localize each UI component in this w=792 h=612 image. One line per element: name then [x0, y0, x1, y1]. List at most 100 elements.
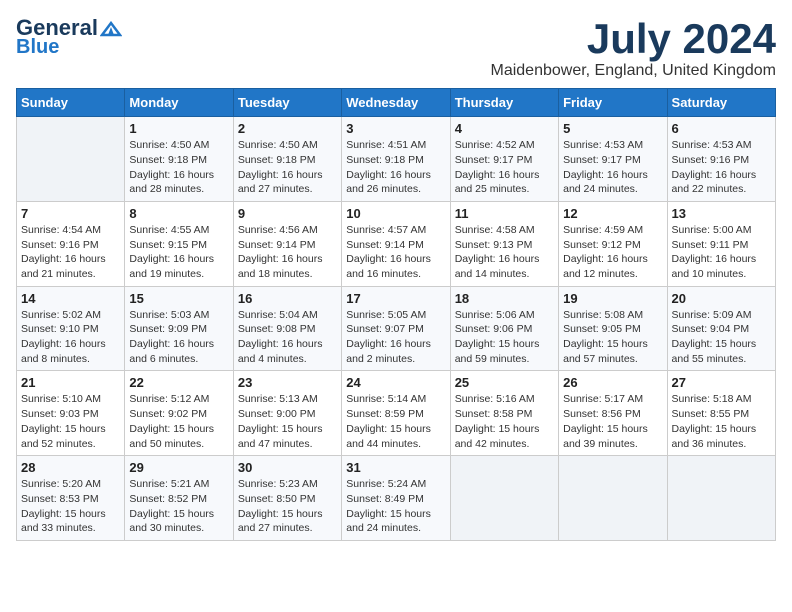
calendar-cell: 25 Sunrise: 5:16 AMSunset: 8:58 PMDayligh…	[450, 371, 558, 456]
day-number: 13	[672, 206, 771, 221]
calendar-cell: 12 Sunrise: 4:59 AMSunset: 9:12 PMDayligh…	[559, 201, 667, 286]
day-number: 16	[238, 291, 337, 306]
day-number: 11	[455, 206, 554, 221]
calendar-cell: 5 Sunrise: 4:53 AMSunset: 9:17 PMDaylight…	[559, 117, 667, 202]
day-detail: Sunrise: 4:53 AMSunset: 9:17 PMDaylight:…	[563, 138, 662, 197]
day-number: 27	[672, 375, 771, 390]
day-detail: Sunrise: 5:03 AMSunset: 9:09 PMDaylight:…	[129, 308, 228, 367]
calendar-cell: 29 Sunrise: 5:21 AMSunset: 8:52 PMDayligh…	[125, 456, 233, 541]
logo: General Blue	[16, 16, 122, 58]
week-row-4: 21 Sunrise: 5:10 AMSunset: 9:03 PMDayligh…	[17, 371, 776, 456]
day-detail: Sunrise: 5:10 AMSunset: 9:03 PMDaylight:…	[21, 392, 120, 451]
weekday-header-wednesday: Wednesday	[342, 89, 450, 117]
week-row-5: 28 Sunrise: 5:20 AMSunset: 8:53 PMDayligh…	[17, 456, 776, 541]
day-detail: Sunrise: 5:05 AMSunset: 9:07 PMDaylight:…	[346, 308, 445, 367]
calendar-cell: 16 Sunrise: 5:04 AMSunset: 9:08 PMDayligh…	[233, 286, 341, 371]
day-number: 25	[455, 375, 554, 390]
header-section: General Blue July 2024 Maidenbower, Engl…	[16, 16, 776, 80]
calendar-cell: 27 Sunrise: 5:18 AMSunset: 8:55 PMDayligh…	[667, 371, 775, 456]
day-number: 5	[563, 121, 662, 136]
day-detail: Sunrise: 5:02 AMSunset: 9:10 PMDaylight:…	[21, 308, 120, 367]
calendar-cell: 28 Sunrise: 5:20 AMSunset: 8:53 PMDayligh…	[17, 456, 125, 541]
calendar-cell: 6Sunrise: 4:53 AMSunset: 9:16 PMDaylight…	[667, 117, 775, 202]
day-detail: Sunrise: 5:09 AMSunset: 9:04 PMDaylight:…	[672, 308, 771, 367]
calendar-cell	[667, 456, 775, 541]
calendar-cell: 15 Sunrise: 5:03 AMSunset: 9:09 PMDayligh…	[125, 286, 233, 371]
calendar-cell: 8 Sunrise: 4:55 AMSunset: 9:15 PMDaylight…	[125, 201, 233, 286]
day-number: 9	[238, 206, 337, 221]
calendar-cell: 17 Sunrise: 5:05 AMSunset: 9:07 PMDayligh…	[342, 286, 450, 371]
calendar-cell: 2 Sunrise: 4:50 AMSunset: 9:18 PMDaylight…	[233, 117, 341, 202]
calendar-cell: 9 Sunrise: 4:56 AMSunset: 9:14 PMDaylight…	[233, 201, 341, 286]
day-number: 7	[21, 206, 120, 221]
calendar-cell: 22Sunrise: 5:12 AMSunset: 9:02 PMDayligh…	[125, 371, 233, 456]
day-detail: Sunrise: 4:58 AMSunset: 9:13 PMDaylight:…	[455, 223, 554, 282]
day-number: 14	[21, 291, 120, 306]
day-detail: Sunrise: 4:50 AMSunset: 9:18 PMDaylight:…	[238, 138, 337, 197]
day-number: 21	[21, 375, 120, 390]
day-detail: Sunrise: 4:52 AMSunset: 9:17 PMDaylight:…	[455, 138, 554, 197]
logo-blue: Blue	[16, 36, 59, 58]
day-number: 23	[238, 375, 337, 390]
weekday-header-friday: Friday	[559, 89, 667, 117]
day-number: 12	[563, 206, 662, 221]
day-number: 8	[129, 206, 228, 221]
week-row-2: 7 Sunrise: 4:54 AMSunset: 9:16 PMDaylight…	[17, 201, 776, 286]
calendar-cell: 24 Sunrise: 5:14 AMSunset: 8:59 PMDayligh…	[342, 371, 450, 456]
day-number: 15	[129, 291, 228, 306]
day-detail: Sunrise: 4:56 AMSunset: 9:14 PMDaylight:…	[238, 223, 337, 282]
week-row-1: 1 Sunrise: 4:50 AMSunset: 9:18 PMDaylight…	[17, 117, 776, 202]
day-detail: Sunrise: 4:54 AMSunset: 9:16 PMDaylight:…	[21, 223, 120, 282]
day-number: 10	[346, 206, 445, 221]
calendar-cell: 10 Sunrise: 4:57 AMSunset: 9:14 PMDayligh…	[342, 201, 450, 286]
day-number: 2	[238, 121, 337, 136]
location-title: Maidenbower, England, United Kingdom	[490, 62, 776, 80]
calendar-cell: 14 Sunrise: 5:02 AMSunset: 9:10 PMDayligh…	[17, 286, 125, 371]
calendar-cell: 1 Sunrise: 4:50 AMSunset: 9:18 PMDaylight…	[125, 117, 233, 202]
day-detail: Sunrise: 5:08 AMSunset: 9:05 PMDaylight:…	[563, 308, 662, 367]
calendar-cell: 20 Sunrise: 5:09 AMSunset: 9:04 PMDayligh…	[667, 286, 775, 371]
day-number: 20	[672, 291, 771, 306]
title-section: July 2024 Maidenbower, England, United K…	[490, 16, 776, 80]
weekday-header-row: SundayMondayTuesdayWednesdayThursdayFrid…	[17, 89, 776, 117]
day-detail: Sunrise: 5:14 AMSunset: 8:59 PMDaylight:…	[346, 392, 445, 451]
day-number: 31	[346, 460, 445, 475]
day-number: 22	[129, 375, 228, 390]
day-detail: Sunrise: 4:59 AMSunset: 9:12 PMDaylight:…	[563, 223, 662, 282]
day-detail: Sunrise: 4:55 AMSunset: 9:15 PMDaylight:…	[129, 223, 228, 282]
day-detail: Sunrise: 5:04 AMSunset: 9:08 PMDaylight:…	[238, 308, 337, 367]
day-number: 29	[129, 460, 228, 475]
day-detail: Sunrise: 5:13 AMSunset: 9:00 PMDaylight:…	[238, 392, 337, 451]
day-number: 3	[346, 121, 445, 136]
day-detail: Sunrise: 5:16 AMSunset: 8:58 PMDaylight:…	[455, 392, 554, 451]
day-number: 1	[129, 121, 228, 136]
day-detail: Sunrise: 5:24 AMSunset: 8:49 PMDaylight:…	[346, 477, 445, 536]
calendar-cell: 7 Sunrise: 4:54 AMSunset: 9:16 PMDaylight…	[17, 201, 125, 286]
day-number: 24	[346, 375, 445, 390]
calendar-cell: 26Sunrise: 5:17 AMSunset: 8:56 PMDayligh…	[559, 371, 667, 456]
calendar-cell: 13Sunrise: 5:00 AMSunset: 9:11 PMDayligh…	[667, 201, 775, 286]
weekday-header-tuesday: Tuesday	[233, 89, 341, 117]
day-number: 17	[346, 291, 445, 306]
day-detail: Sunrise: 5:18 AMSunset: 8:55 PMDaylight:…	[672, 392, 771, 451]
month-title: July 2024	[490, 16, 776, 62]
weekday-header-monday: Monday	[125, 89, 233, 117]
day-detail: Sunrise: 4:50 AMSunset: 9:18 PMDaylight:…	[129, 138, 228, 197]
day-detail: Sunrise: 5:06 AMSunset: 9:06 PMDaylight:…	[455, 308, 554, 367]
calendar-cell: 30Sunrise: 5:23 AMSunset: 8:50 PMDayligh…	[233, 456, 341, 541]
week-row-3: 14 Sunrise: 5:02 AMSunset: 9:10 PMDayligh…	[17, 286, 776, 371]
calendar-cell	[17, 117, 125, 202]
day-number: 28	[21, 460, 120, 475]
calendar-cell: 11 Sunrise: 4:58 AMSunset: 9:13 PMDayligh…	[450, 201, 558, 286]
day-number: 4	[455, 121, 554, 136]
day-detail: Sunrise: 5:20 AMSunset: 8:53 PMDaylight:…	[21, 477, 120, 536]
day-detail: Sunrise: 5:17 AMSunset: 8:56 PMDaylight:…	[563, 392, 662, 451]
day-number: 18	[455, 291, 554, 306]
calendar-cell: 3Sunrise: 4:51 AMSunset: 9:18 PMDaylight…	[342, 117, 450, 202]
day-number: 19	[563, 291, 662, 306]
weekday-header-sunday: Sunday	[17, 89, 125, 117]
day-detail: Sunrise: 5:21 AMSunset: 8:52 PMDaylight:…	[129, 477, 228, 536]
day-detail: Sunrise: 4:57 AMSunset: 9:14 PMDaylight:…	[346, 223, 445, 282]
day-detail: Sunrise: 5:23 AMSunset: 8:50 PMDaylight:…	[238, 477, 337, 536]
calendar-cell	[450, 456, 558, 541]
